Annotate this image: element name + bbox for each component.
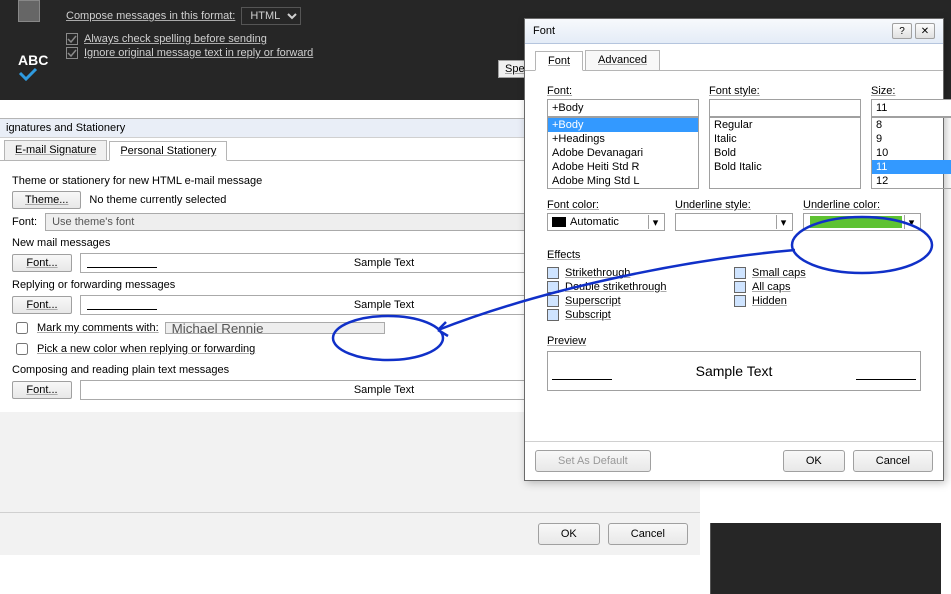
list-item[interactable]: 9 — [872, 132, 951, 146]
preview-box: Sample Text — [547, 351, 921, 391]
mark-comments-value[interactable] — [165, 322, 385, 334]
effects-label: Effects — [547, 249, 921, 261]
color-swatch — [810, 216, 902, 228]
font-list-label: Font: — [547, 85, 699, 97]
list-item[interactable]: Adobe Heiti Std R — [548, 160, 698, 174]
font-color-label: Font color: — [547, 199, 665, 211]
font-style-label: Font style: — [709, 85, 861, 97]
list-item[interactable]: Bold Italic — [710, 160, 860, 174]
effect-checkbox[interactable]: Superscript — [547, 295, 734, 307]
list-item[interactable]: 10 — [872, 146, 951, 160]
mark-comments-checkbox[interactable] — [16, 322, 28, 334]
tab-personal-stationery[interactable]: Personal Stationery — [109, 141, 227, 161]
ignore-original-label: Ignore original message text in reply or… — [84, 47, 313, 59]
font-dialog: Font ? ✕ Font Advanced Font: +Body+Headi… — [524, 18, 944, 481]
list-item[interactable]: 12 — [872, 174, 951, 188]
compose-format-select[interactable]: HTML — [241, 7, 301, 25]
checkbox-icon — [66, 33, 78, 45]
tab-advanced[interactable]: Advanced — [585, 50, 660, 70]
chevron-down-icon: ▾ — [904, 215, 918, 229]
font-size-input[interactable] — [871, 99, 951, 117]
font-button-reply[interactable]: Font... — [12, 296, 72, 314]
list-item[interactable]: Bold — [710, 146, 860, 160]
ribbon-glyph — [18, 0, 40, 22]
check-spelling-label: Always check spelling before sending — [84, 33, 267, 45]
preview-label: Preview — [547, 335, 921, 347]
effect-label: All caps — [752, 281, 791, 293]
list-item[interactable]: Adobe Ming Std L — [548, 174, 698, 188]
pick-color-checkbox[interactable] — [16, 343, 28, 355]
effect-checkbox[interactable]: Hidden — [734, 295, 921, 307]
font-ok-button[interactable]: OK — [783, 450, 845, 472]
font-name-list[interactable]: +Body+HeadingsAdobe DevanagariAdobe Heit… — [547, 117, 699, 189]
abc-label: ABC — [18, 52, 48, 68]
font-size-label: Size: — [871, 85, 951, 97]
effect-label: Hidden — [752, 295, 787, 307]
list-item[interactable]: Regular — [710, 118, 860, 132]
checkbox-icon — [547, 267, 559, 279]
effect-checkbox[interactable]: Subscript — [547, 309, 734, 321]
theme-button[interactable]: Theme... — [12, 191, 81, 209]
font-button-plain[interactable]: Font... — [12, 381, 72, 399]
list-item[interactable]: 8 — [872, 118, 951, 132]
font-cancel-button[interactable]: Cancel — [853, 450, 933, 472]
checkbox-icon — [547, 309, 559, 321]
checkbox-icon — [66, 47, 78, 59]
effect-checkbox[interactable]: All caps — [734, 281, 921, 293]
checkbox-icon — [547, 295, 559, 307]
checkbox-icon — [547, 281, 559, 293]
underline-color-combo[interactable]: ▾ — [803, 213, 921, 231]
chevron-down-icon: ▾ — [776, 215, 790, 229]
mark-comments-label: Mark my comments with: — [37, 322, 159, 334]
chevron-down-icon: ▾ — [648, 215, 662, 229]
effect-checkbox[interactable]: Strikethrough — [547, 267, 734, 279]
font-label: Font: — [12, 216, 37, 228]
effect-label: Subscript — [565, 309, 611, 321]
effect-label: Double strikethrough — [565, 281, 667, 293]
list-item[interactable]: Italic — [710, 132, 860, 146]
set-default-button[interactable]: Set As Default — [535, 450, 651, 472]
effect-checkbox[interactable]: Small caps — [734, 267, 921, 279]
font-style-list[interactable]: RegularItalicBoldBold Italic — [709, 117, 861, 189]
checkbox-icon — [734, 267, 746, 279]
tab-font[interactable]: Font — [535, 51, 583, 71]
underline-style-label: Underline style: — [675, 199, 793, 211]
check-icon — [18, 67, 38, 81]
close-button[interactable]: ✕ — [915, 23, 935, 39]
list-item[interactable]: Adobe Devanagari — [548, 146, 698, 160]
list-item[interactable]: 11 — [872, 160, 951, 174]
tab-email-signature[interactable]: E-mail Signature — [4, 140, 107, 160]
pick-color-label: Pick a new color when replying or forwar… — [37, 343, 255, 355]
font-size-list[interactable]: 89101112 — [871, 117, 951, 189]
list-item[interactable]: +Body — [548, 118, 698, 132]
dark-bottom-panel — [710, 523, 941, 594]
effect-label: Superscript — [565, 295, 621, 307]
effect-checkbox[interactable]: Double strikethrough — [547, 281, 734, 293]
font-style-input[interactable] — [709, 99, 861, 117]
font-button-new[interactable]: Font... — [12, 254, 72, 272]
font-dialog-title: Font — [533, 25, 555, 37]
checkbox-icon — [734, 295, 746, 307]
font-name-input[interactable] — [547, 99, 699, 117]
no-theme-text: No theme currently selected — [89, 194, 226, 206]
list-item[interactable]: +Headings — [548, 132, 698, 146]
effect-label: Small caps — [752, 267, 806, 279]
checkbox-icon — [734, 281, 746, 293]
font-color-combo[interactable]: Automatic ▾ — [547, 213, 665, 231]
sig-ok-button[interactable]: OK — [538, 523, 600, 545]
underline-style-combo[interactable]: ▾ — [675, 213, 793, 231]
sig-cancel-button[interactable]: Cancel — [608, 523, 688, 545]
effect-label: Strikethrough — [565, 267, 630, 279]
font-dialog-titlebar: Font ? ✕ — [525, 19, 943, 44]
help-button[interactable]: ? — [892, 23, 912, 39]
compose-format-label: Compose messages in this format: — [66, 10, 235, 22]
underline-color-label: Underline color: — [803, 199, 921, 211]
